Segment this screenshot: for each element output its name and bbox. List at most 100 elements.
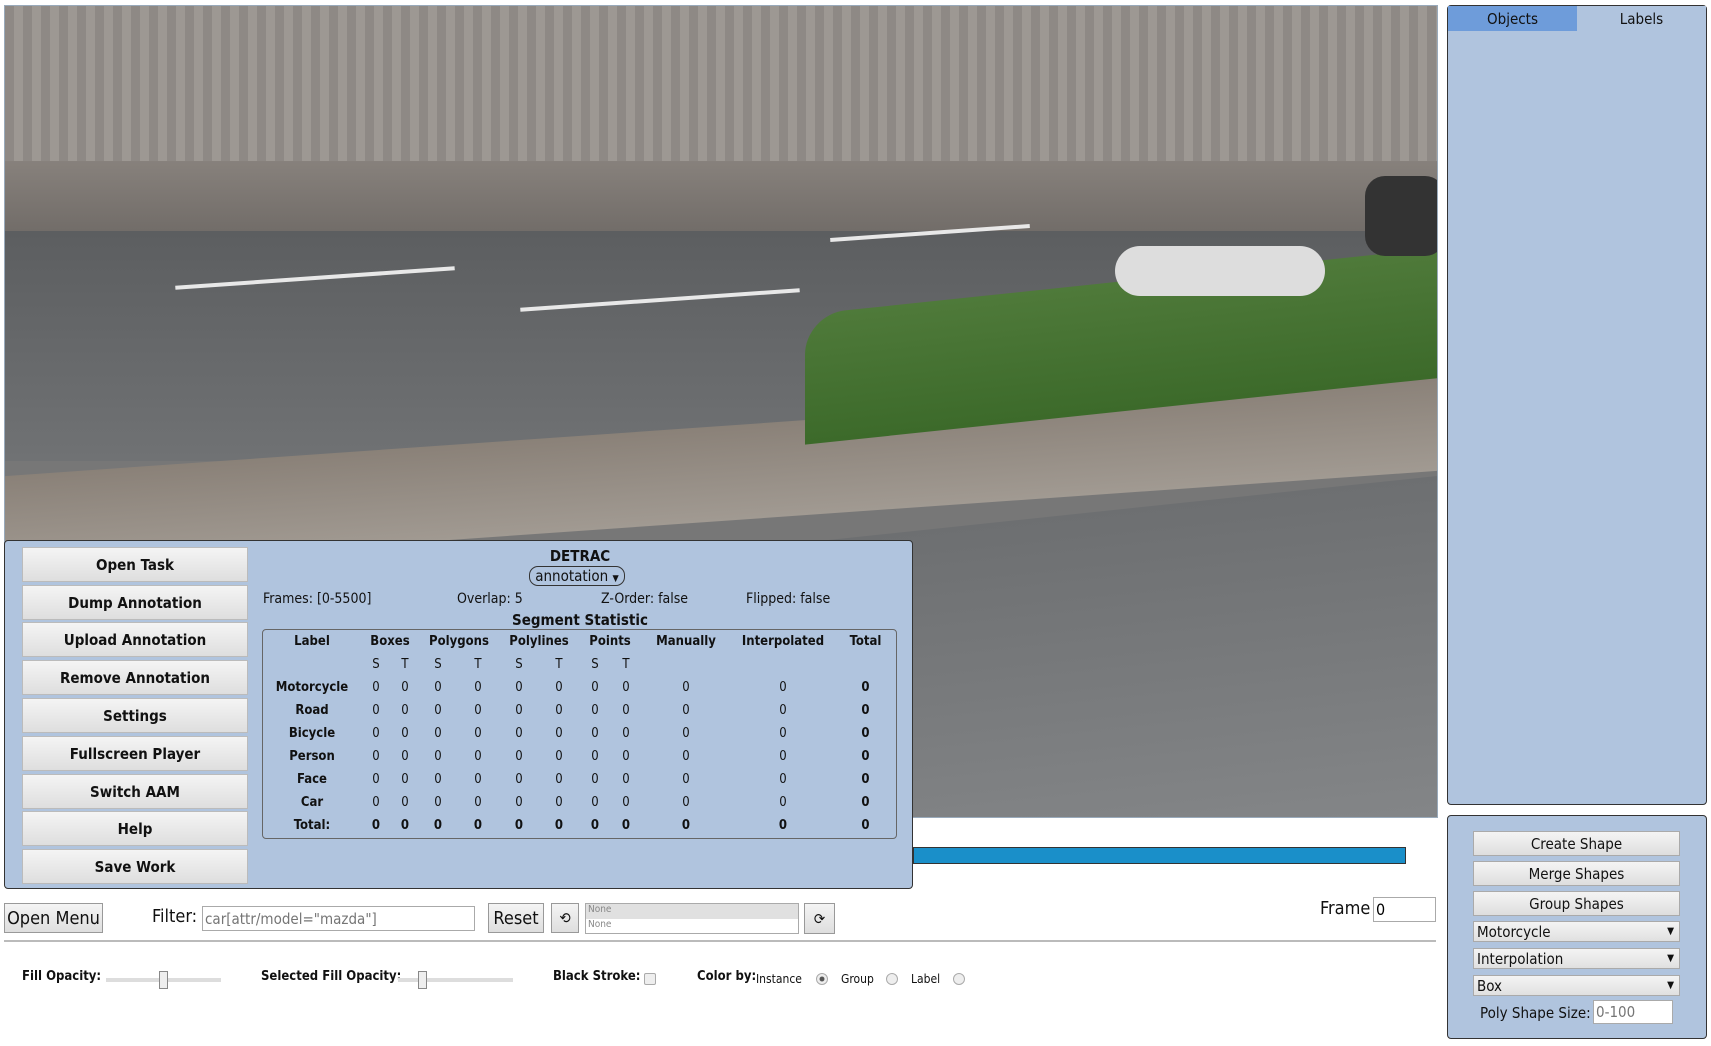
divider: [4, 940, 1436, 942]
color-by-instance-radio[interactable]: [816, 973, 828, 985]
annotation-mode-select[interactable]: Interpolation ▼: [1473, 948, 1680, 969]
frame-input[interactable]: [1373, 897, 1436, 922]
table-row: Bicycle 0 0 0 0 0 0 0 0 0 0 0: [263, 722, 896, 745]
subheader-cell: [263, 653, 361, 676]
task-name: DETRAC: [549, 547, 611, 565]
table-header-row: Label Boxes Polygons Polylines Points Ma…: [263, 630, 896, 653]
subheader-cell: T: [622, 657, 630, 672]
table-cell: 0: [861, 726, 870, 741]
help-button[interactable]: Help: [22, 811, 248, 846]
table-cell: 0: [515, 749, 523, 764]
switch-aam-button[interactable]: Switch AAM: [22, 774, 248, 809]
table-cell: 0: [861, 772, 870, 787]
table-cell: 0: [372, 749, 380, 764]
fullscreen-player-button[interactable]: Fullscreen Player: [22, 736, 248, 771]
mode-select-value: Interpolation: [1477, 949, 1564, 968]
flipped-info: Flipped: false: [746, 591, 831, 607]
table-cell: 0: [371, 818, 381, 833]
upload-annotation-button[interactable]: Upload Annotation: [22, 622, 248, 657]
table-row: Car 0 0 0 0 0 0 0 0 0 0 0: [263, 791, 896, 814]
table-cell: 0: [555, 680, 563, 695]
table-cell: 0: [591, 680, 599, 695]
subheader-cell: T: [474, 657, 482, 672]
table-cell: 0: [474, 703, 482, 718]
table-cell: 0: [372, 680, 380, 695]
chevron-down-icon: ▼: [1667, 926, 1674, 937]
table-cell: 0: [515, 726, 523, 741]
redo-icon[interactable]: ⟳: [804, 903, 835, 934]
group-shapes-button[interactable]: Group Shapes: [1473, 891, 1680, 916]
table-cell: 0: [401, 726, 409, 741]
table-cell: 0: [372, 726, 380, 741]
table-cell: 0: [591, 703, 599, 718]
undo-icon[interactable]: ⟲: [551, 903, 579, 933]
table-cell: 0: [515, 795, 523, 810]
table-cell: 0: [682, 726, 690, 741]
table-cell: 0: [861, 795, 870, 810]
frame-image-car: [1365, 176, 1437, 256]
table-row: Motorcycle 0 0 0 0 0 0 0 0 0 0 0: [263, 676, 896, 699]
reset-filter-button[interactable]: Reset: [488, 903, 544, 933]
open-menu-button[interactable]: Open Menu: [4, 903, 103, 933]
filter-input[interactable]: [202, 906, 475, 931]
poly-shape-size-input[interactable]: [1593, 1000, 1673, 1024]
settings-button[interactable]: Settings: [22, 698, 248, 733]
table-cell: 0: [861, 703, 870, 718]
table-cell: 0: [515, 772, 523, 787]
open-task-button[interactable]: Open Task: [22, 547, 248, 582]
table-cell: 0: [682, 749, 690, 764]
slider-thumb[interactable]: [418, 971, 427, 989]
table-cell: 0: [515, 680, 523, 695]
color-by-group-radio[interactable]: [886, 973, 898, 985]
column-header: Points: [589, 634, 631, 649]
tab-labels[interactable]: Labels: [1577, 6, 1706, 31]
objects-sidebar: Objects Labels: [1447, 5, 1707, 805]
overlap-info: Overlap: 5: [457, 591, 523, 607]
table-cell: 0: [590, 818, 600, 833]
label-select[interactable]: Motorcycle ▼: [1473, 921, 1680, 942]
table-cell: 0: [474, 680, 482, 695]
table-cell: 0: [622, 680, 630, 695]
black-stroke-label: Black Stroke:: [553, 969, 641, 984]
subheader-cell: S: [434, 657, 442, 672]
color-by-label-radio[interactable]: [953, 973, 965, 985]
shape-creation-panel: Create Shape Merge Shapes Group Shapes M…: [1447, 815, 1707, 1039]
annotation-mode-select[interactable]: annotation ▼: [529, 566, 625, 586]
table-cell: 0: [861, 749, 870, 764]
table-cell: 0: [433, 818, 443, 833]
shape-type-select[interactable]: Box ▼: [1473, 975, 1680, 996]
dump-annotation-button[interactable]: Dump Annotation: [22, 585, 248, 620]
create-shape-button[interactable]: Create Shape: [1473, 831, 1680, 856]
segment-statistic-title: Segment Statistic: [512, 611, 648, 629]
merge-shapes-button[interactable]: Merge Shapes: [1473, 861, 1680, 886]
remove-annotation-button[interactable]: Remove Annotation: [22, 660, 248, 695]
history-item[interactable]: None: [586, 904, 798, 919]
table-cell: 0: [474, 772, 482, 787]
fill-opacity-slider[interactable]: [106, 971, 221, 989]
segment-statistic-table: Label Boxes Polygons Polylines Points Ma…: [262, 629, 897, 839]
black-stroke-checkbox[interactable]: [644, 973, 656, 985]
tab-objects[interactable]: Objects: [1448, 6, 1577, 31]
history-list[interactable]: None None: [585, 903, 799, 934]
table-cell: 0: [554, 818, 564, 833]
table-cell: 0: [400, 818, 410, 833]
table-cell: 0: [401, 680, 409, 695]
column-header: Boxes: [370, 634, 410, 649]
table-row: Person 0 0 0 0 0 0 0 0 0 0 0: [263, 745, 896, 768]
table-cell: 0: [591, 772, 599, 787]
table-cell: 0: [778, 818, 788, 833]
chevron-down-icon: ▼: [1667, 980, 1674, 991]
selected-fill-opacity-label: Selected Fill Opacity:: [261, 969, 402, 984]
table-cell: 0: [779, 726, 787, 741]
save-work-button[interactable]: Save Work: [22, 849, 248, 884]
slider-thumb[interactable]: [159, 971, 168, 989]
subheader-cell: S: [372, 657, 380, 672]
player-progress-bar[interactable]: [913, 847, 1406, 864]
selected-fill-opacity-slider[interactable]: [398, 971, 513, 989]
subheader-cell: S: [591, 657, 599, 672]
table-cell: 0: [514, 818, 524, 833]
subheader-cell: [641, 653, 731, 676]
history-item[interactable]: None: [586, 919, 798, 934]
subheader-cell: [731, 653, 835, 676]
table-cell: 0: [681, 818, 691, 833]
